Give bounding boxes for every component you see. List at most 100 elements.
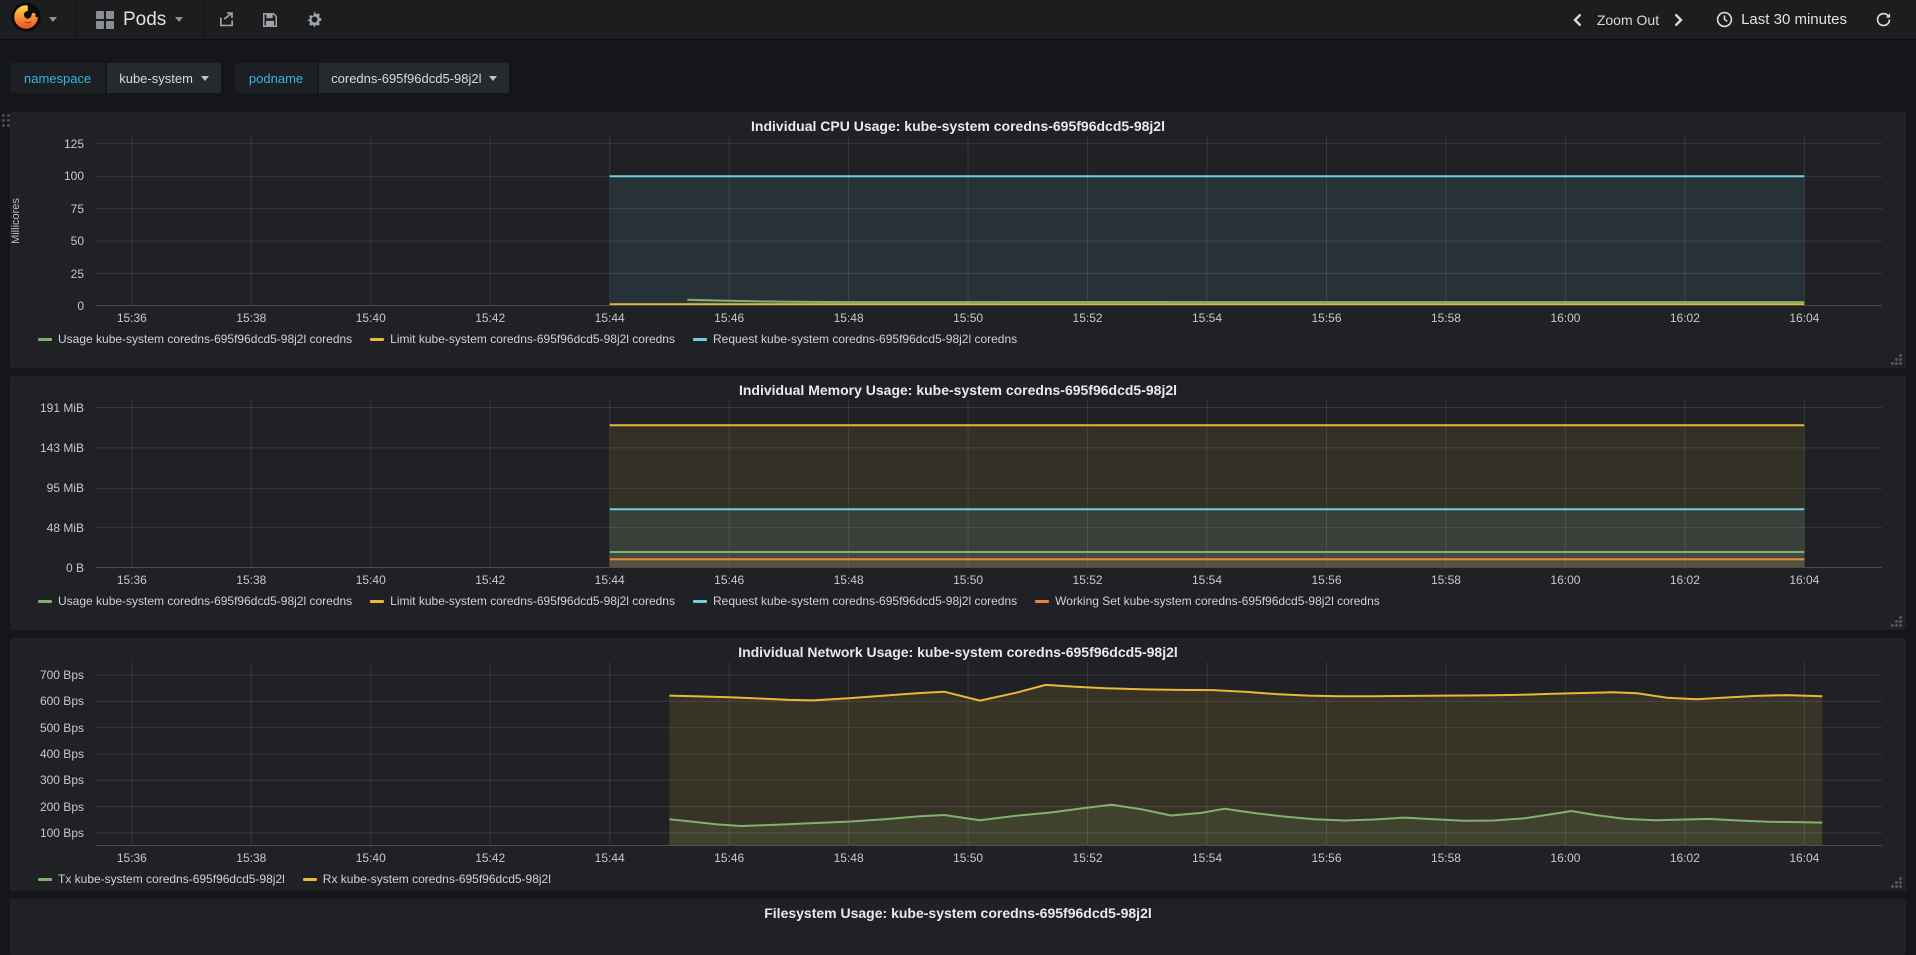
x-tick-label: 15:42: [475, 851, 506, 865]
x-tick-label: 15:56: [1311, 851, 1342, 865]
legend-item[interactable]: Tx kube-system coredns-695f96dcd5-98j2l: [38, 872, 285, 886]
share-button[interactable]: [204, 0, 248, 39]
variable-podname-value-dropdown[interactable]: coredns-695f96dcd5-98j2l: [319, 63, 510, 93]
x-tick-label: 15:54: [1192, 851, 1223, 865]
panel-title[interactable]: Individual CPU Usage: kube-system coredn…: [10, 112, 1906, 136]
clock-icon: [1716, 11, 1733, 28]
gear-icon: [307, 11, 322, 28]
time-range-label: Last 30 minutes: [1741, 11, 1847, 28]
legend-item[interactable]: Limit kube-system coredns-695f96dcd5-98j…: [370, 332, 675, 346]
y-tick-label: 500 Bps: [39, 720, 84, 735]
x-tick-label: 15:52: [1072, 851, 1103, 865]
panel-resize-grip[interactable]: [1889, 614, 1903, 628]
x-tick-label: 15:44: [594, 311, 625, 325]
save-button[interactable]: [248, 0, 292, 39]
legend-swatch: [1035, 599, 1050, 603]
zoom-out-button[interactable]: Zoom Out: [1597, 12, 1659, 28]
panel-resize-grip[interactable]: [1889, 352, 1903, 366]
dashboard-title: Pods: [123, 8, 167, 30]
legend-label: Rx kube-system coredns-695f96dcd5-98j2l: [322, 872, 551, 886]
x-tick-label: 15:38: [236, 851, 267, 865]
x-tick-label: 15:48: [833, 851, 864, 865]
x-tick-label: 15:42: [475, 573, 506, 587]
share-icon: [219, 12, 233, 27]
settings-button[interactable]: [292, 0, 336, 39]
dashboard-picker[interactable]: Pods: [76, 0, 205, 39]
x-tick-label: 15:38: [236, 573, 267, 587]
chevron-left-icon: [1573, 13, 1582, 26]
grafana-logo-icon: [10, 1, 42, 38]
x-tick-label: 16:04: [1789, 851, 1820, 865]
row-drag-handle[interactable]: [2, 114, 10, 127]
legend-label: Limit kube-system coredns-695f96dcd5-98j…: [390, 594, 675, 608]
x-tick-label: 15:50: [953, 311, 984, 325]
legend-swatch: [302, 877, 317, 881]
panel-individual-network-usage-kube-system-cor: Individual Network Usage: kube-system co…: [10, 638, 1906, 891]
panel-resize-grip[interactable]: [1889, 875, 1903, 889]
chevron-down-icon: [175, 17, 184, 22]
legend-label: Tx kube-system coredns-695f96dcd5-98j2l: [58, 872, 285, 886]
x-tick-label: 15:58: [1430, 573, 1461, 587]
x-tick-label: 15:38: [236, 311, 267, 325]
y-tick-label: 143 MiB: [39, 440, 84, 455]
y-tick-label: 100: [63, 169, 84, 184]
legend-item[interactable]: Usage kube-system coredns-695f96dcd5-98j…: [38, 594, 352, 608]
legend-item[interactable]: Working Set kube-system coredns-695f96dc…: [1035, 594, 1380, 608]
legend-swatch: [692, 599, 707, 603]
legend-swatch: [38, 877, 52, 881]
y-tick-label: 600 Bps: [39, 694, 84, 709]
chart-area[interactable]: 100 Bps 200 Bps 300 Bps 400 Bps 500 Bps 600 B…: [40, 662, 1882, 865]
x-tick-label: 15:36: [116, 573, 147, 587]
x-tick-label: 15:52: [1072, 573, 1103, 587]
y-tick-label: 300 Bps: [39, 773, 84, 788]
x-tick-label: 16:00: [1550, 851, 1581, 865]
y-tick-label: 48 MiB: [46, 520, 84, 535]
x-tick-label: 15:40: [355, 851, 386, 865]
refresh-button[interactable]: [1863, 0, 1904, 39]
legend-item[interactable]: Request kube-system coredns-695f96dcd5-9…: [692, 594, 1018, 608]
time-shift-left-button[interactable]: [1572, 13, 1583, 27]
x-tick-label: 16:04: [1789, 311, 1820, 325]
plot-canvas[interactable]: [96, 662, 1882, 846]
panel-filesystem-usage-kube-system-coredns-695: Filesystem Usage: kube-system coredns-69…: [10, 899, 1906, 955]
chart-area[interactable]: Millicores 0 25 50 75 100 125 15:36 15:38 15:40 15…: [10, 136, 1882, 325]
x-tick-label: 15:50: [953, 573, 984, 587]
legend-item[interactable]: Rx kube-system coredns-695f96dcd5-98j2l: [302, 872, 551, 886]
plot-canvas[interactable]: [96, 136, 1882, 306]
x-tick-label: 16:02: [1669, 851, 1700, 865]
grafana-logo-button[interactable]: [0, 0, 76, 39]
x-tick-label: 16:02: [1669, 311, 1700, 325]
legend-item[interactable]: Limit kube-system coredns-695f96dcd5-98j…: [370, 594, 675, 608]
x-tick-label: 15:40: [355, 573, 386, 587]
legend-item[interactable]: Usage kube-system coredns-695f96dcd5-98j…: [38, 332, 352, 346]
chart-area[interactable]: 0 B 48 MiB 95 MiB 143 MiB 191 MiB 15:36 15:38 1…: [40, 400, 1882, 587]
panel-title[interactable]: Filesystem Usage: kube-system coredns-69…: [10, 899, 1906, 923]
y-tick-label: 191 MiB: [39, 400, 84, 415]
legend-label: Usage kube-system coredns-695f96dcd5-98j…: [58, 332, 353, 346]
panel-title[interactable]: Individual Memory Usage: kube-system cor…: [10, 376, 1906, 400]
legend-swatch: [38, 337, 52, 341]
y-tick-label: 75: [70, 201, 84, 216]
time-range-picker[interactable]: Last 30 minutes: [1700, 0, 1863, 39]
x-tick-label: 15:36: [116, 851, 147, 865]
chevron-down-icon: [489, 75, 498, 81]
x-tick-label: 15:44: [594, 573, 625, 587]
legend: Usage kube-system coredns-695f96dcd5-98j…: [38, 594, 1380, 608]
x-tick-label: 15:46: [714, 311, 745, 325]
panel-title[interactable]: Individual Network Usage: kube-system co…: [10, 638, 1906, 662]
x-tick-label: 15:54: [1192, 573, 1223, 587]
template-variables: namespace kube-system podname coredns-69…: [10, 63, 510, 93]
legend-label: Request kube-system coredns-695f96dcd5-9…: [712, 594, 1018, 608]
x-tick-label: 15:58: [1430, 851, 1461, 865]
variable-namespace-value-dropdown[interactable]: kube-system: [107, 63, 221, 93]
time-shift-right-button[interactable]: [1673, 13, 1684, 27]
x-tick-label: 16:00: [1550, 573, 1581, 587]
x-tick-label: 15:46: [714, 851, 745, 865]
y-tick-label: 0 B: [65, 561, 84, 575]
chevron-right-icon: [1674, 13, 1683, 26]
plot-canvas[interactable]: [96, 400, 1882, 568]
x-tick-label: 15:48: [833, 573, 864, 587]
legend-item[interactable]: Request kube-system coredns-695f96dcd5-9…: [692, 332, 1017, 346]
variable-podname-label: podname: [234, 63, 318, 93]
legend-swatch: [38, 599, 52, 603]
